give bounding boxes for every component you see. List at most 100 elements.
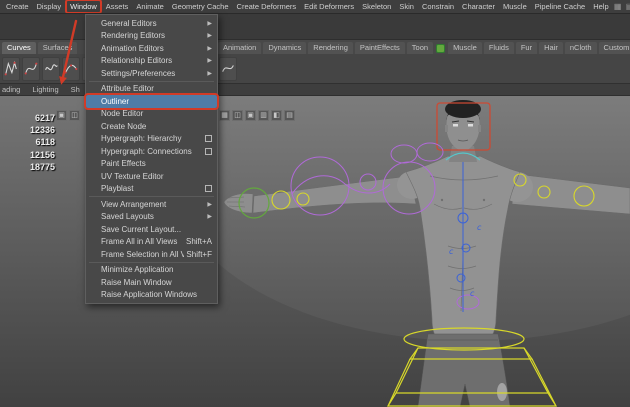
menu-item-frame-all-in-all-views[interactable]: Frame All in All Views Shift+A <box>86 236 217 249</box>
viewport-toolbar-icon[interactable]: ▥ <box>258 110 269 121</box>
viewport-toolbar-icon[interactable]: ◫ <box>232 110 243 121</box>
menu-item-paint-effects[interactable]: Paint Effects <box>86 158 217 171</box>
menu-item-saved-layouts[interactable]: Saved Layouts ▶ <box>86 211 217 224</box>
hud-count: 12336 <box>0 124 55 136</box>
menu-item-save-current-layout[interactable]: Save Current Layout... <box>86 223 217 236</box>
menu-item-create-node[interactable]: Create Node <box>86 120 217 133</box>
hud-count: 12156 <box>0 149 55 161</box>
menu-item-hypergraph-hierarchy[interactable]: Hypergraph: Hierarchy <box>86 133 217 146</box>
shelf-tab-dynamics[interactable]: Dynamics <box>263 42 306 54</box>
menu-item-raise-application-windows[interactable]: Raise Application Windows <box>86 289 217 302</box>
menubar-item-animate[interactable]: Animate <box>132 1 168 12</box>
shelf-tab-painteffects[interactable]: PaintEffects <box>355 42 405 54</box>
menu-item-animation-editors[interactable]: Animation Editors ▶ <box>86 42 217 55</box>
menu-item-rendering-editors[interactable]: Rendering Editors ▶ <box>86 30 217 43</box>
menu-separator <box>89 196 214 197</box>
menubar-item-muscle[interactable]: Muscle <box>499 1 531 12</box>
menu-item-shortcut: Shift+A <box>186 237 212 246</box>
pencil-curve-tool-icon[interactable] <box>42 57 60 81</box>
viewport-toolbar-icon[interactable]: ▣ <box>56 110 67 121</box>
viewport-toolbar-icon[interactable]: ◧ <box>271 110 282 121</box>
menubar-item-display[interactable]: Display <box>33 1 66 12</box>
cv-curve-tool-icon[interactable] <box>2 57 20 81</box>
menu-item-label: Settings/Preferences <box>101 69 205 78</box>
menu-item-playblast[interactable]: Playblast <box>86 183 217 196</box>
submenu-arrow-icon: ▶ <box>207 213 212 220</box>
shelf-tab-animation[interactable]: Animation <box>218 42 261 54</box>
menu-separator <box>89 81 214 82</box>
option-box-icon[interactable] <box>205 148 212 155</box>
menu-item-minimize-application[interactable]: Minimize Application <box>86 264 217 277</box>
menu-item-settings-preferences[interactable]: Settings/Preferences ▶ <box>86 67 217 80</box>
menubar-item-skeleton[interactable]: Skeleton <box>358 1 395 12</box>
shelf-tabs-right: Animation Dynamics Rendering PaintEffect… <box>218 42 630 54</box>
green-shelf-icon[interactable] <box>436 44 445 53</box>
menu-item-label: Animation Editors <box>101 44 205 53</box>
arc-tool-icon[interactable] <box>62 57 80 81</box>
shelf-tab-surfaces[interactable]: Surfaces <box>38 42 78 54</box>
menu-item-hypergraph-connections[interactable]: Hypergraph: Connections <box>86 145 217 158</box>
layout-rows-icon[interactable]: ▤ <box>625 2 630 12</box>
menu-item-label: Minimize Application <box>101 265 212 274</box>
menubar-item-help[interactable]: Help <box>589 1 612 12</box>
menu-item-label: Frame All in All Views <box>101 237 184 246</box>
menubar-item-window[interactable]: Window <box>65 0 102 14</box>
menu-item-label: Saved Layouts <box>101 212 205 221</box>
viewport-toolbar-icon[interactable]: ▤ <box>284 110 295 121</box>
submenu-arrow-icon: ▶ <box>207 32 212 39</box>
menubar-icon-group: ▦ ▤ ▥ ◨ <box>613 2 630 12</box>
shelf-tab-ncloth[interactable]: nCloth <box>565 42 597 54</box>
menu-item-relationship-editors[interactable]: Relationship Editors ▶ <box>86 55 217 68</box>
menubar-item-edit-deformers[interactable]: Edit Deformers <box>300 1 358 12</box>
viewport-toolbar-left: ▣ ◫ <box>56 110 80 121</box>
menubar-item-assets[interactable]: Assets <box>102 1 133 12</box>
shelf-tab-fluids[interactable]: Fluids <box>484 42 514 54</box>
layout-grid-icon[interactable]: ▦ <box>613 2 623 12</box>
menu-item-uv-texture-editor[interactable]: UV Texture Editor <box>86 170 217 183</box>
menubar-item-skin[interactable]: Skin <box>395 1 418 12</box>
menubar-item-create[interactable]: Create <box>2 1 33 12</box>
viewport-toolbar-icon[interactable]: ◫ <box>69 110 80 121</box>
menu-item-attribute-editor[interactable]: Attribute Editor <box>86 83 217 96</box>
menu-item-label: Relationship Editors <box>101 56 205 65</box>
shelf-tab-rendering[interactable]: Rendering <box>308 42 353 54</box>
submenu-arrow-icon: ▶ <box>207 45 212 52</box>
ep-curve-tool-icon[interactable] <box>22 57 40 81</box>
curve-tool-icon[interactable] <box>219 57 237 81</box>
menu-item-label: Raise Main Window <box>101 278 212 287</box>
menubar-item-geometry-cache[interactable]: Geometry Cache <box>168 1 233 12</box>
menubar-item-character[interactable]: Character <box>458 1 499 12</box>
shelf-tab-toon[interactable]: Toon <box>407 42 433 54</box>
menubar-item-create-deformers[interactable]: Create Deformers <box>233 1 301 12</box>
svg-text:c: c <box>477 223 482 232</box>
panel-menu-lighting[interactable]: Lighting <box>32 84 58 95</box>
option-box-icon[interactable] <box>205 185 212 192</box>
menu-item-label: General Editors <box>101 19 205 28</box>
menu-item-label: Node Editor <box>101 109 212 118</box>
menubar-item-pipeline-cache[interactable]: Pipeline Cache <box>531 1 589 12</box>
menu-item-frame-selection-in-all-views[interactable]: Frame Selection in All Views Shift+F <box>86 248 217 261</box>
shelf-tab-muscle[interactable]: Muscle <box>448 42 482 54</box>
shelf-tab-fur[interactable]: Fur <box>516 42 537 54</box>
option-box-icon[interactable] <box>205 135 212 142</box>
viewport-toolbar-icon[interactable]: ▦ <box>219 110 230 121</box>
menu-item-outliner[interactable]: Outliner <box>86 95 217 108</box>
menu-item-label: Outliner <box>101 97 212 106</box>
menu-item-label: Save Current Layout... <box>101 225 212 234</box>
menu-item-label: Attribute Editor <box>101 84 212 93</box>
menu-item-label: Playblast <box>101 184 203 193</box>
submenu-arrow-icon: ▶ <box>207 57 212 64</box>
menu-item-node-editor[interactable]: Node Editor <box>86 108 217 121</box>
shelf-tab-curves[interactable]: Curves <box>2 42 36 54</box>
submenu-arrow-icon: ▶ <box>207 201 212 208</box>
menu-item-raise-main-window[interactable]: Raise Main Window <box>86 276 217 289</box>
submenu-arrow-icon: ▶ <box>207 20 212 27</box>
panel-menu-show-partial[interactable]: Sh <box>71 84 80 95</box>
shelf-tab-hair[interactable]: Hair <box>539 42 563 54</box>
menubar-item-constrain[interactable]: Constrain <box>418 1 458 12</box>
menu-item-general-editors[interactable]: General Editors ▶ <box>86 17 217 30</box>
panel-menu-shading-partial[interactable]: ading <box>2 84 20 95</box>
menu-item-view-arrangement[interactable]: View Arrangement ▶ <box>86 198 217 211</box>
shelf-tab-custom[interactable]: Custom <box>599 42 630 54</box>
viewport-toolbar-icon[interactable]: ▣ <box>245 110 256 121</box>
